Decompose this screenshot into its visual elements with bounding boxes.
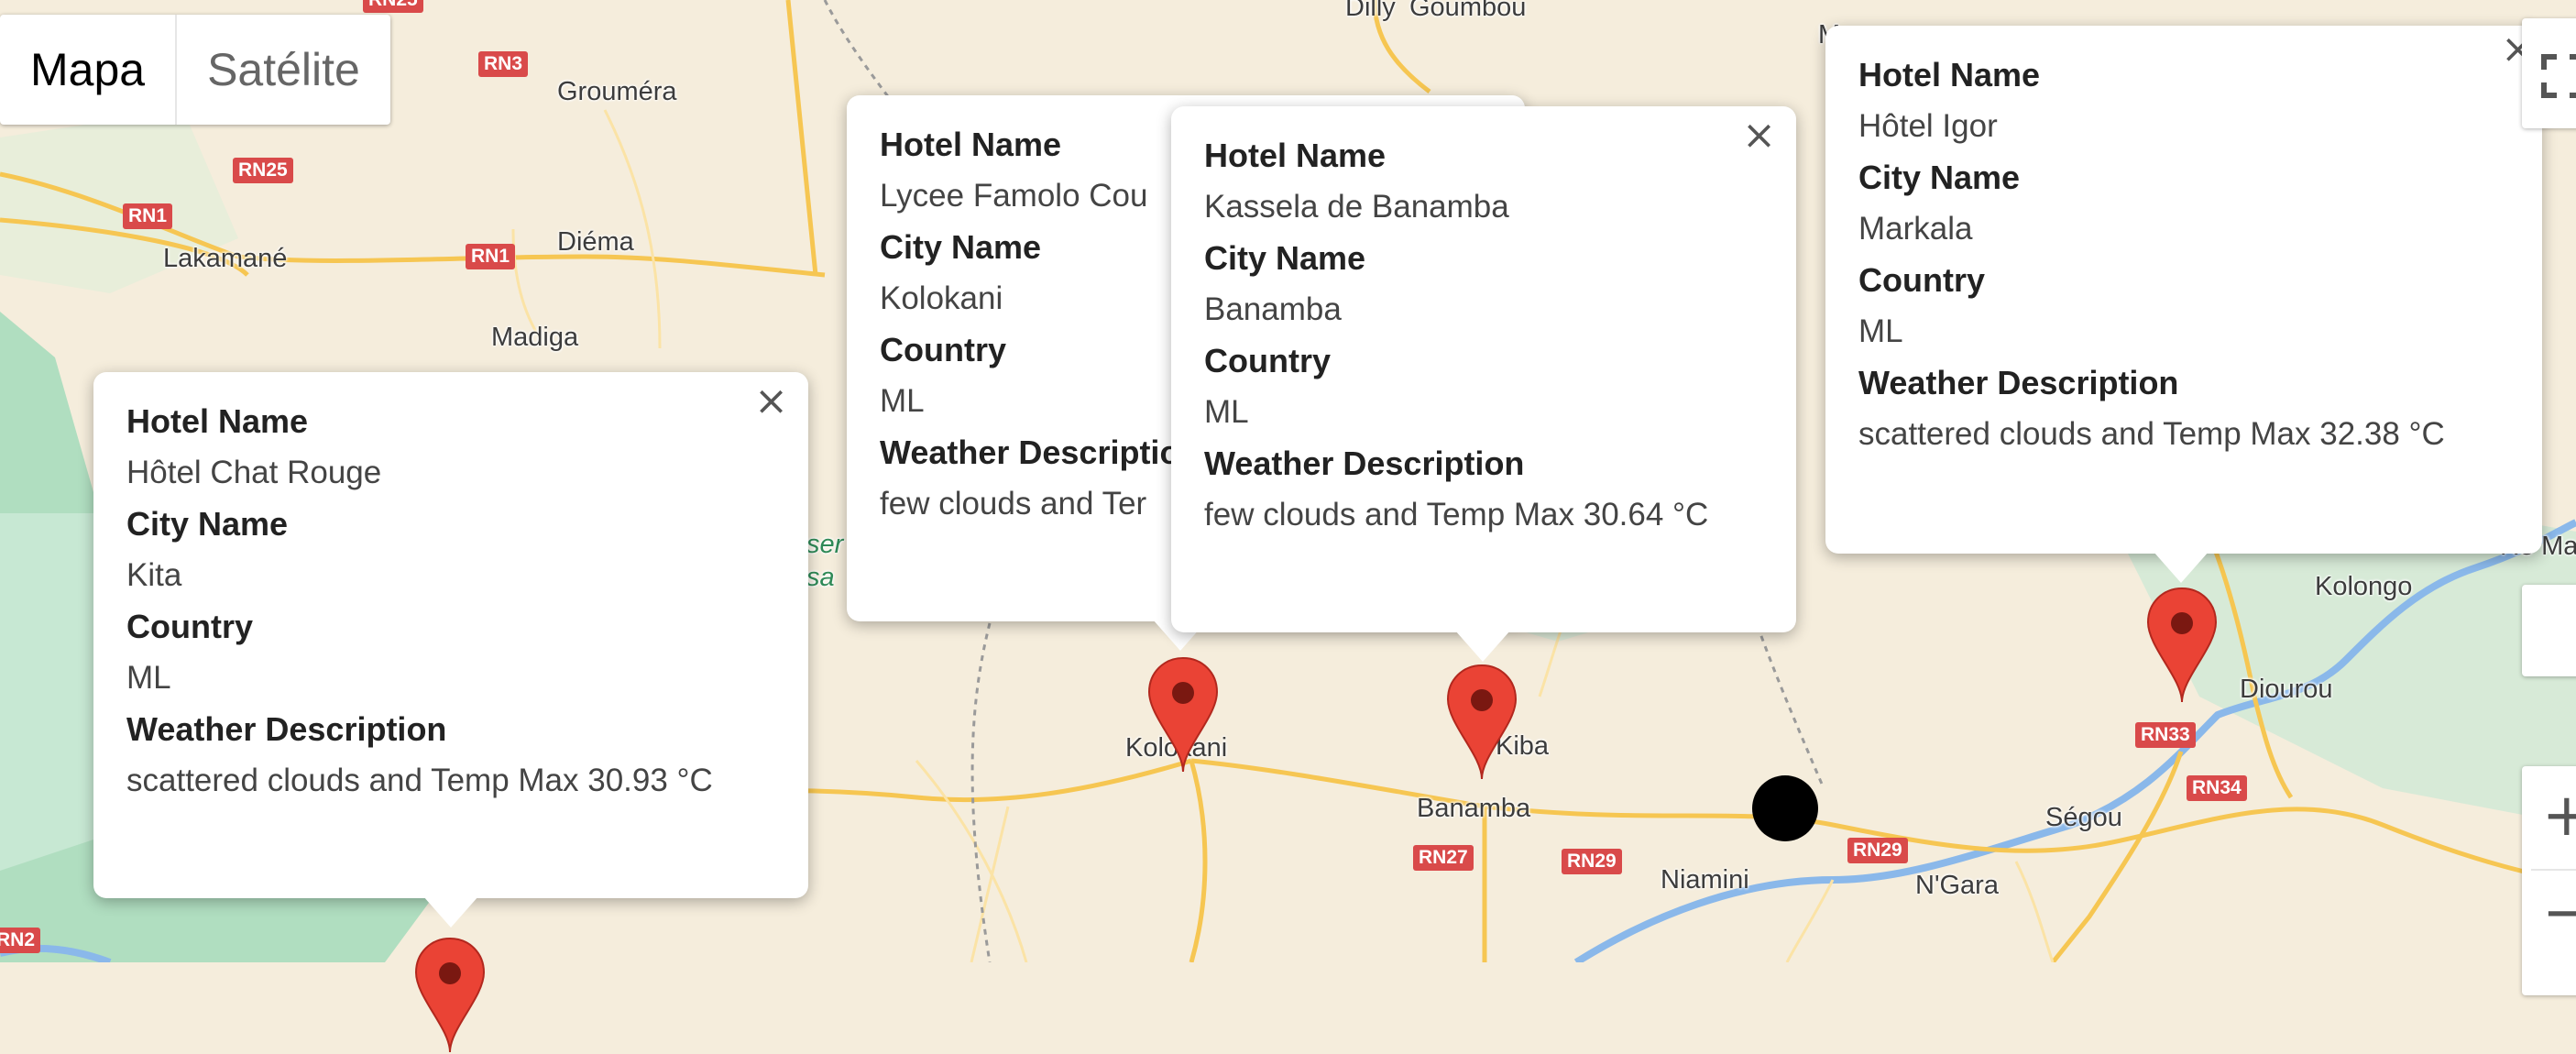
fullscreen-icon (2541, 54, 2576, 98)
info-window-markala: × Hotel Name Hôtel Igor City Name Markal… (1825, 26, 2542, 554)
field-label: Hotel Name (1204, 137, 1387, 174)
map-marker-icon[interactable] (1446, 664, 1518, 781)
pegman-button[interactable] (2522, 585, 2576, 676)
field-value: Kassela de Banamba (1204, 189, 1509, 225)
info-window-kita: × Hotel Name Hôtel Chat Rouge City Name … (93, 372, 808, 898)
place-label: Lakamané (163, 244, 288, 273)
road-shield: RN29 (1847, 838, 1908, 863)
cursor-dot (1752, 775, 1818, 841)
close-icon[interactable]: × (754, 381, 788, 422)
place-label: Diourou (2240, 675, 2333, 704)
field-label: Country (126, 608, 253, 645)
info-window-banamba: × Hotel Name Kassela de Banamba City Nam… (1171, 106, 1796, 632)
map-marker-icon[interactable] (1147, 656, 1219, 774)
field-value: few clouds and Temp Max 30.64 °C (1204, 497, 1709, 532)
field-label: Country (1204, 342, 1331, 379)
field-value: Markala (1858, 211, 1973, 247)
field-label: Weather Description (126, 710, 447, 748)
field-value: Kita (126, 557, 182, 593)
close-icon[interactable]: × (1742, 115, 1776, 156)
field-label: Weather Description (1858, 364, 2179, 401)
place-label: N'Gara (1915, 871, 1999, 900)
field-value: scattered clouds and Temp Max 32.38 °C (1858, 416, 2445, 452)
road-shield: RN33 (2135, 722, 2196, 748)
field-value: scattered clouds and Temp Max 30.93 °C (126, 763, 713, 798)
field-value: ML (1204, 394, 1249, 430)
field-value: ML (1858, 313, 1903, 349)
road-shield: RN25 (363, 0, 423, 13)
zoom-divider (2531, 869, 2576, 871)
info-window-tail (423, 896, 478, 928)
road-shield: RN34 (2187, 775, 2247, 801)
place-label: Kolongo (2315, 572, 2413, 601)
field-value: Banamba (1204, 291, 1342, 327)
map-type-satellite-button[interactable]: Satélite (175, 15, 390, 125)
map-marker-icon[interactable] (2146, 587, 2218, 704)
field-value: Hôtel Igor (1858, 108, 1998, 144)
info-window-tail (2154, 552, 2209, 583)
place-label: Dilly (1345, 0, 1396, 22)
place-label: Goumbou (1409, 0, 1527, 22)
road-shield: RN1 (466, 244, 516, 269)
zoom-out-button[interactable]: − (2542, 884, 2576, 942)
road-shield: RN3 (478, 51, 529, 77)
field-label: Weather Description (1204, 445, 1525, 482)
field-value: ML (126, 660, 171, 696)
road-shield: RN29 (1562, 849, 1622, 874)
info-window-tail (1455, 631, 1510, 662)
map-marker-icon[interactable] (414, 937, 486, 1054)
field-label: Hotel Name (126, 402, 309, 440)
map-type-map-button[interactable]: Mapa (0, 15, 175, 125)
zoom-in-button[interactable]: + (2542, 786, 2576, 845)
field-label: City Name (126, 505, 289, 543)
map-type-control: Mapa Satélite (0, 15, 390, 125)
place-label: Diéma (557, 227, 634, 257)
field-label: City Name (1204, 239, 1366, 277)
road-shield: RN25 (233, 158, 293, 183)
fullscreen-button[interactable] (2522, 18, 2576, 128)
place-label: Niamini (1661, 865, 1749, 895)
place-label: Banamba (1417, 794, 1531, 823)
field-label: Country (1858, 261, 1985, 299)
place-label: Grouméra (557, 77, 677, 106)
road-shield: RN27 (1413, 845, 1474, 871)
place-label: Madiga (491, 323, 579, 352)
road-shield: RN2 (0, 928, 41, 953)
zoom-control: + − (2522, 766, 2576, 995)
place-label: ser sa (806, 530, 843, 592)
place-label: Ségou (2045, 803, 2122, 832)
field-label: City Name (1858, 159, 2021, 196)
road-shield: RN1 (123, 203, 173, 229)
field-label: Hotel Name (1858, 56, 2041, 93)
field-value: Hôtel Chat Rouge (126, 455, 382, 490)
